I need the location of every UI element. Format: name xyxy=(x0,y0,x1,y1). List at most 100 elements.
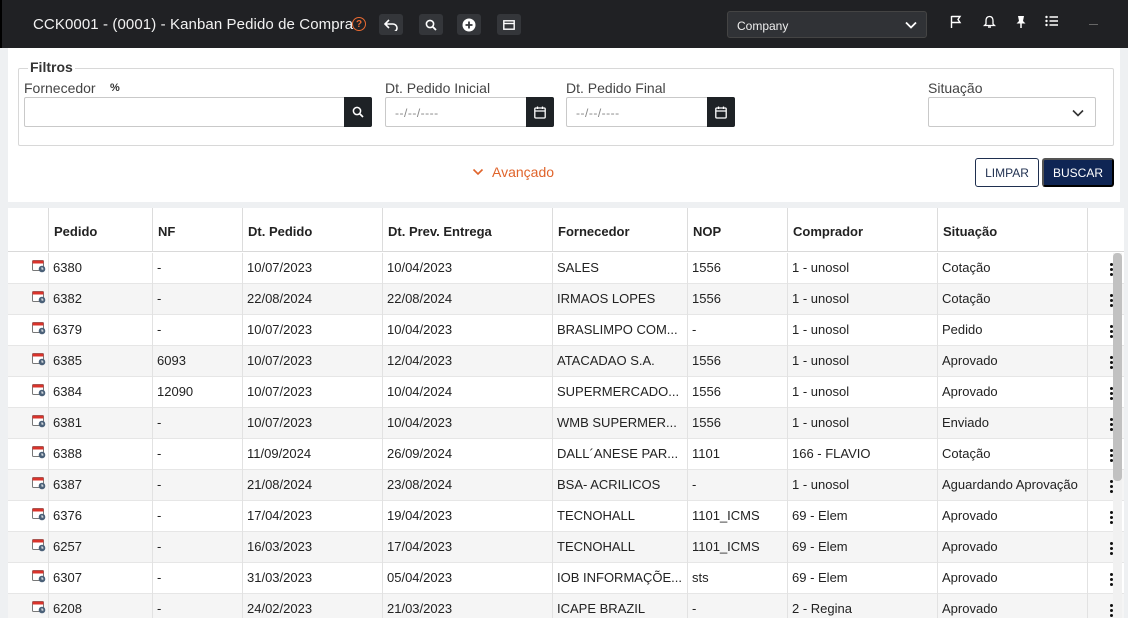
table-row[interactable]: 6382-22/08/2024 22/08/2024 IRMAOS LOPES 155… xyxy=(8,284,1124,315)
situacao-cell: Aprovado xyxy=(937,501,1087,532)
table-row[interactable]: 6385 6093 10/07/2023 12/04/2023 ATACADAO S.A… xyxy=(8,346,1124,377)
calendar-clock-icon[interactable] xyxy=(32,383,46,397)
fornecedor-label: Fornecedor xyxy=(24,80,96,96)
comprador-cell: 1 - unosol xyxy=(787,377,937,408)
back-button[interactable] xyxy=(379,14,403,35)
calendar-clock-icon[interactable] xyxy=(32,259,46,273)
situacao-label: Situação xyxy=(928,80,983,96)
column-header-fornecedor[interactable]: Fornecedor xyxy=(552,208,687,252)
table-row[interactable]: 6307-31/03/2023 05/04/2023 IOB INFORMAÇÕE.… xyxy=(8,563,1124,594)
dt-pedido-cell: 10/07/2023 xyxy=(242,346,382,377)
calendar-clock-icon[interactable] xyxy=(32,414,46,428)
fornecedor-cell: SUPERMERCADO... xyxy=(552,377,687,408)
column-header-dt-prev-entrega[interactable]: Dt. Prev. Entrega xyxy=(382,208,552,252)
add-button[interactable] xyxy=(457,14,481,35)
dt-final-label: Dt. Pedido Final xyxy=(566,80,666,96)
column-header-dt-pedido[interactable]: Dt. Pedido xyxy=(242,208,382,252)
fornecedor-field[interactable] xyxy=(24,97,372,127)
dt-pedido-cell: 11/09/2024 xyxy=(242,439,382,470)
dt-inicial-calendar-button[interactable] xyxy=(526,97,554,127)
search-button[interactable] xyxy=(419,14,443,35)
pedido-cell: 6384 xyxy=(48,377,152,408)
dt-pedido-cell: 22/08/2024 xyxy=(242,284,382,315)
calendar-clock-icon[interactable] xyxy=(32,290,46,304)
scrollbar-thumb[interactable] xyxy=(1113,253,1122,481)
fornecedor-cell: ATACADAO S.A. xyxy=(552,346,687,377)
dt-inicial-field[interactable]: --/--/---- xyxy=(385,97,554,127)
column-header-situacao[interactable]: Situação xyxy=(937,208,1087,252)
table-row[interactable]: 6257-16/03/2023 17/04/2023 TECNOHALL 1101_I… xyxy=(8,532,1124,563)
column-header-comprador[interactable]: Comprador xyxy=(787,208,937,252)
table-row[interactable]: 6379-10/07/2023 10/04/2023 BRASLIMPO COM..… xyxy=(8,315,1124,346)
calendar-clock-icon[interactable] xyxy=(32,445,46,459)
pedido-cell: 6381 xyxy=(48,408,152,439)
nf-cell: - xyxy=(152,563,242,594)
calendar-clock-icon[interactable] xyxy=(32,538,46,552)
situacao-cell: Aprovado xyxy=(937,377,1087,408)
table-row[interactable]: 6376-17/04/2023 19/04/2023 TECNOHALL 1101_I… xyxy=(8,501,1124,532)
table-row[interactable]: 6384 12090 10/07/2023 10/04/2024 SUPERMERCAD… xyxy=(8,377,1124,408)
calendar-clock-icon[interactable] xyxy=(32,352,46,366)
table-row[interactable]: 6381-10/07/2023 10/04/2023 WMB SUPERMER...… xyxy=(8,408,1124,439)
comprador-cell: 1 - unosol xyxy=(787,253,937,284)
fornecedor-search-button[interactable] xyxy=(344,97,372,127)
table-row[interactable]: 6388-11/09/2024 26/09/2024 DALL´ANESE PAR.… xyxy=(8,439,1124,470)
dt-prev-entrega-cell: 23/08/2024 xyxy=(382,470,552,501)
vertical-scrollbar[interactable] xyxy=(1113,253,1122,618)
column-header-nf[interactable]: NF xyxy=(152,208,242,252)
flag-icon[interactable] xyxy=(950,15,962,29)
dt-prev-entrega-cell: 12/04/2023 xyxy=(382,346,552,377)
minimize-icon[interactable] xyxy=(1089,24,1098,25)
fornecedor-cell: SALES xyxy=(552,253,687,284)
calendar-clock-icon[interactable] xyxy=(32,476,46,490)
situacao-cell: Aprovado xyxy=(937,563,1087,594)
situacao-cell: Aprovado xyxy=(937,346,1087,377)
calendar-clock-icon[interactable] xyxy=(32,600,46,614)
table-row[interactable]: 6387-21/08/2024 23/08/2024 BSA- ACRILICOS -… xyxy=(8,470,1124,501)
pedido-cell: 6257 xyxy=(48,532,152,563)
column-header-pedido[interactable]: Pedido xyxy=(48,208,152,252)
window-icon xyxy=(503,19,515,30)
nf-cell: - xyxy=(152,470,242,501)
pin-icon[interactable] xyxy=(1015,15,1027,29)
fornecedor-cell: ICAPE BRAZIL xyxy=(552,594,687,618)
nop-cell: - xyxy=(687,594,787,618)
calendar-clock-icon[interactable] xyxy=(32,321,46,335)
dt-final-calendar-button[interactable] xyxy=(707,97,735,127)
dt-final-field[interactable]: --/--/---- xyxy=(566,97,735,127)
pedido-cell: 6387 xyxy=(48,470,152,501)
nop-cell: 1101_ICMS xyxy=(687,532,787,563)
nop-cell: - xyxy=(687,470,787,501)
help-icon[interactable]: ? xyxy=(352,17,366,31)
situacao-cell: Pedido xyxy=(937,315,1087,346)
calendar-clock-icon[interactable] xyxy=(32,569,46,583)
nop-cell: sts xyxy=(687,563,787,594)
bell-icon[interactable] xyxy=(983,15,996,29)
dt-pedido-cell: 31/03/2023 xyxy=(242,563,382,594)
advanced-toggle[interactable]: Avançado xyxy=(472,164,554,180)
dt-pedido-cell: 10/07/2023 xyxy=(242,253,382,284)
chevron-down-icon xyxy=(905,21,917,29)
layout-button[interactable] xyxy=(497,14,521,35)
calendar-icon xyxy=(534,106,546,119)
search-submit-button[interactable]: BUSCAR xyxy=(1042,158,1114,187)
pedido-cell: 6388 xyxy=(48,439,152,470)
dt-pedido-cell: 17/04/2023 xyxy=(242,501,382,532)
table-row[interactable]: 6208-24/02/2023 21/03/2023 ICAPE BRAZIL -2 … xyxy=(8,594,1124,618)
table-header: Pedido NF Dt. Pedido Dt. Prev. Entrega Forne… xyxy=(8,208,1124,252)
clear-button[interactable]: LIMPAR xyxy=(975,158,1039,187)
calendar-clock-icon[interactable] xyxy=(32,507,46,521)
fornecedor-hint: % xyxy=(110,82,120,94)
nop-cell: 1556 xyxy=(687,408,787,439)
column-header-nop[interactable]: NOP xyxy=(687,208,787,252)
nf-cell: 12090 xyxy=(152,377,242,408)
calendar-icon xyxy=(715,106,727,119)
column-header-actions xyxy=(1087,208,1124,252)
list-menu-icon[interactable] xyxy=(1045,15,1059,27)
orders-table: Pedido NF Dt. Pedido Dt. Prev. Entrega Forne… xyxy=(8,208,1124,618)
situacao-select[interactable] xyxy=(928,97,1096,127)
table-row[interactable]: 6380-10/07/2023 10/04/2023 SALES 1556 1 - un… xyxy=(8,253,1124,284)
situacao-cell: Aprovado xyxy=(937,594,1087,618)
fornecedor-cell: WMB SUPERMER... xyxy=(552,408,687,439)
company-select[interactable]: Company xyxy=(727,11,927,38)
